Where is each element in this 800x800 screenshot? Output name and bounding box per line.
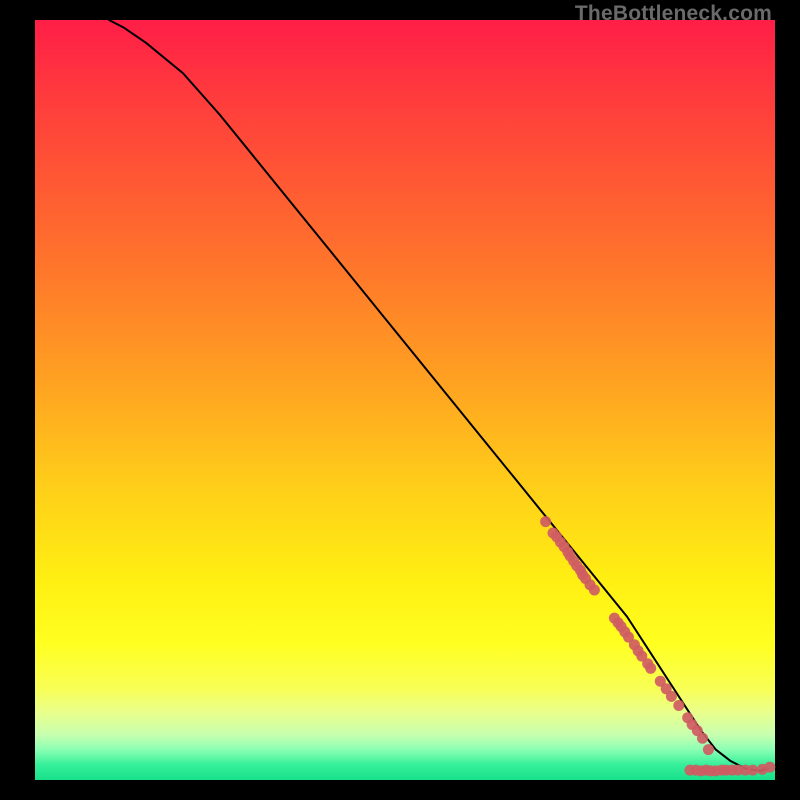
bottleneck-curve (109, 20, 768, 771)
data-point (645, 663, 656, 674)
data-point (703, 744, 714, 755)
data-point (764, 762, 775, 773)
data-point (747, 765, 758, 776)
data-point (540, 516, 551, 527)
data-point (673, 700, 684, 711)
plot-area (35, 20, 775, 780)
data-point (697, 733, 708, 744)
chart-overlay (35, 20, 775, 780)
data-point (666, 691, 677, 702)
chart-stage: TheBottleneck.com (0, 0, 800, 800)
data-point (589, 585, 600, 596)
watermark-text: TheBottleneck.com (575, 2, 772, 26)
